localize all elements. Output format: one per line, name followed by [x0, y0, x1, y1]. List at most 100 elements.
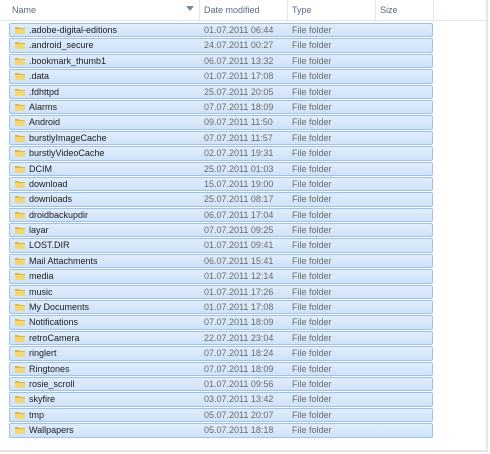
folder-icon	[15, 42, 25, 50]
file-name: .data	[29, 71, 50, 82]
file-row[interactable]: droidbackupdir 06.07.2011 17:04 File folde…	[9, 207, 433, 223]
file-type: File folder	[292, 132, 332, 143]
file-type: File folder	[292, 55, 332, 66]
file-type: File folder	[292, 409, 332, 420]
file-row[interactable]: burstlyImageCache 07.07.2011 11:57 File fo…	[9, 130, 433, 146]
file-row[interactable]: .bookmark_thumb1 06.07.2011 13:32 File fol…	[9, 53, 433, 69]
file-type: File folder	[292, 163, 332, 174]
file-row[interactable]: downloads 25.07.2011 08:17 File folder	[9, 192, 433, 207]
file-name: .fdhttpd	[29, 86, 60, 97]
file-date-modified: 07.07.2011 18:09	[204, 363, 274, 374]
file-type: File folder	[292, 425, 332, 436]
file-type: File folder	[292, 178, 332, 189]
file-row[interactable]: Ringtones 07.07.2011 18:09 File folder	[9, 361, 433, 376]
file-list: .adobe-digital-editions 01.07.2011 06:44 F…	[9, 23, 433, 439]
file-row[interactable]: Alarms 07.07.2011 18:09 File folder	[9, 99, 433, 115]
file-name: Notifications	[29, 317, 79, 328]
file-row[interactable]: media 01.07.2011 12:14 File folder	[9, 269, 433, 284]
file-type: File folder	[292, 317, 332, 328]
file-row[interactable]: rosie_scroll 01.07.2011 09:56 File folder	[9, 376, 433, 392]
file-date-modified: 06.07.2011 17:04	[204, 209, 274, 220]
file-type: File folder	[292, 71, 332, 82]
column-header-size[interactable]: Size	[376, 0, 434, 20]
file-date-modified: 01.07.2011 17:26	[204, 286, 274, 297]
file-type: File folder	[292, 394, 332, 405]
file-row[interactable]: LOST.DIR 01.07.2011 09:41 File folder	[9, 238, 433, 253]
file-row[interactable]: burstlyVideoCache 02.07.2011 19:31 File fo…	[9, 146, 433, 161]
file-type: File folder	[292, 225, 332, 236]
file-date-modified: 22.07.2011 23:04	[204, 332, 274, 343]
file-name: downloads	[29, 194, 73, 205]
file-name: .adobe-digital-editions	[29, 25, 118, 35]
file-name: droidbackupdir	[29, 209, 89, 220]
folder-icon	[15, 196, 25, 204]
file-name: Android	[29, 117, 61, 128]
file-date-modified: 06.07.2011 15:41	[204, 255, 274, 266]
file-name: media	[29, 271, 54, 282]
column-header-name[interactable]: Name	[0, 0, 200, 20]
file-row[interactable]: ringlert 07.07.2011 18:24 File folder	[9, 346, 433, 361]
file-row[interactable]: skyfire 03.07.2011 13:42 File folder	[9, 392, 433, 407]
file-type: File folder	[292, 271, 332, 282]
file-row[interactable]: retroCamera 22.07.2011 23:04 File folder	[9, 330, 433, 346]
file-date-modified: 01.07.2011 06:44	[204, 25, 274, 35]
file-row[interactable]: music 01.07.2011 17:26 File folder	[9, 284, 433, 300]
file-row[interactable]: download 15.07.2011 19:00 File folder	[9, 176, 433, 192]
folder-icon	[15, 273, 25, 281]
folder-icon	[15, 150, 25, 158]
file-name: burstlyImageCache	[29, 132, 107, 143]
file-row[interactable]: .android_secure 24.07.2011 00:27 File fold…	[9, 38, 433, 53]
file-date-modified: 01.07.2011 17:08	[204, 302, 274, 313]
file-row[interactable]: layar 07.07.2011 09:25 File folder	[9, 223, 433, 238]
folder-icon	[15, 288, 25, 296]
column-header-type[interactable]: Type	[288, 0, 376, 20]
file-date-modified: 03.07.2011 13:42	[204, 394, 274, 405]
file-name: Ringtones	[29, 363, 70, 374]
file-type: File folder	[292, 194, 332, 205]
column-header-type-label: Type	[292, 5, 312, 15]
sort-down-icon[interactable]	[186, 6, 194, 11]
column-header-size-label: Size	[380, 5, 398, 15]
column-header-date-modified[interactable]: Date modified	[200, 0, 288, 20]
folder-icon	[15, 350, 25, 358]
file-type: File folder	[292, 363, 332, 374]
folder-icon	[15, 180, 25, 188]
file-date-modified: 02.07.2011 19:31	[204, 148, 274, 159]
file-row[interactable]: .fdhttpd 25.07.2011 20:05 File folder	[9, 84, 433, 99]
file-name: rosie_scroll	[29, 378, 75, 389]
file-row[interactable]: DCIM 25.07.2011 01:03 File folder	[9, 161, 433, 176]
file-name: DCIM	[29, 163, 52, 174]
file-row[interactable]: Mail Attachments 06.07.2011 15:41 File fol…	[9, 253, 433, 269]
file-name: Mail Attachments	[29, 255, 98, 266]
file-date-modified: 07.07.2011 09:25	[204, 225, 274, 236]
file-date-modified: 25.07.2011 20:05	[204, 86, 274, 97]
folder-icon	[15, 319, 25, 327]
file-row[interactable]: Android 09.07.2011 11:50 File folder	[9, 115, 433, 130]
file-row[interactable]: tmp 05.07.2011 20:07 File folder	[9, 407, 433, 423]
folder-icon	[15, 411, 25, 419]
file-date-modified: 07.07.2011 18:09	[204, 317, 274, 328]
folder-icon	[15, 211, 25, 219]
file-name: LOST.DIR	[29, 240, 70, 251]
folder-icon	[15, 119, 25, 127]
file-name: skyfire	[29, 394, 56, 405]
file-date-modified: 25.07.2011 08:17	[204, 194, 274, 205]
file-date-modified: 07.07.2011 18:24	[204, 348, 274, 359]
file-date-modified: 05.07.2011 20:07	[204, 409, 274, 420]
file-type: File folder	[292, 101, 332, 112]
file-row[interactable]: .data 01.07.2011 17:08 File folder	[9, 69, 433, 84]
folder-icon	[15, 365, 25, 373]
file-type: File folder	[292, 209, 332, 220]
file-name: Wallpapers	[29, 425, 74, 436]
file-type: File folder	[292, 240, 332, 251]
file-row[interactable]: .adobe-digital-editions 01.07.2011 06:44 F…	[9, 23, 433, 38]
file-row[interactable]: Notifications 07.07.2011 18:09 File folder	[9, 315, 433, 330]
file-name: My Documents	[29, 302, 90, 313]
folder-icon	[15, 396, 25, 404]
file-name: retroCamera	[29, 332, 80, 343]
folder-icon	[15, 103, 25, 111]
file-date-modified: 01.07.2011 12:14	[204, 271, 274, 282]
file-row[interactable]: Wallpapers 05.07.2011 18:18 File folder	[9, 423, 433, 438]
file-row[interactable]: My Documents 01.07.2011 17:08 File folder	[9, 300, 433, 315]
file-type: File folder	[292, 40, 332, 51]
